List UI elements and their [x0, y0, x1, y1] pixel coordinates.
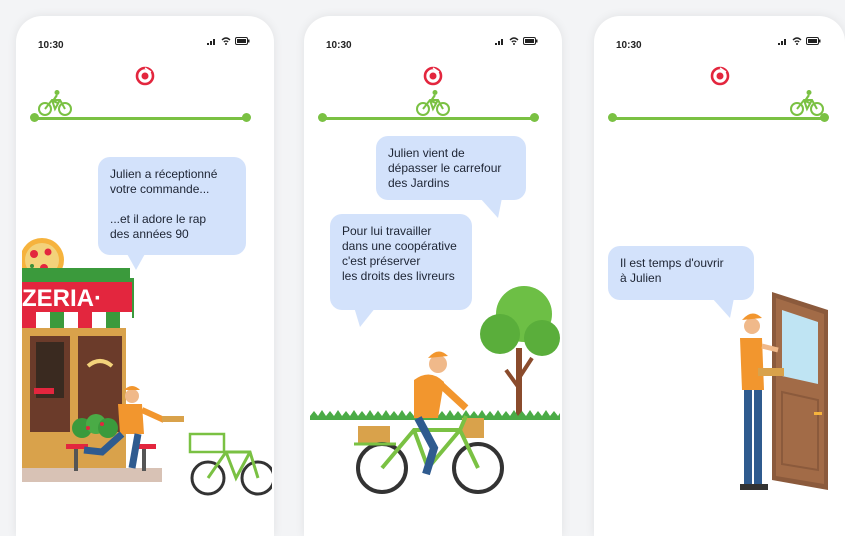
battery-icon	[806, 37, 821, 45]
brand-logo-icon	[423, 66, 443, 86]
door-delivery-illustration	[740, 292, 828, 490]
wifi-icon	[509, 37, 519, 45]
phone-screen-1: 10:30 Julien a réceptionné votre command…	[16, 16, 274, 536]
wifi-icon	[221, 37, 231, 45]
chat-bubble: Julien vient de dépasser le carrefour de…	[376, 136, 526, 200]
status-icons	[778, 37, 821, 45]
signal-icon	[495, 39, 503, 45]
progress-end-dot	[530, 113, 539, 122]
brand-logo-icon	[710, 66, 729, 86]
bubble-tail	[480, 198, 502, 218]
status-time: 10:30	[38, 40, 64, 51]
status-time: 10:30	[326, 40, 352, 51]
wifi-icon	[792, 37, 802, 45]
progress-end-dot	[242, 113, 251, 122]
progress-start-dot	[608, 113, 617, 122]
phone-screen-3: 10:30 Il est temps d'ouvrir à Julien	[594, 16, 845, 536]
phone-screen-2: 10:30 Julien vient de dépasser le carref…	[304, 16, 562, 536]
delivery-progress-track	[32, 117, 248, 120]
delivery-progress-track	[320, 117, 536, 120]
signal-icon	[778, 39, 786, 45]
bike-icon	[790, 90, 824, 116]
status-icons	[495, 37, 538, 45]
brand-logo-icon	[135, 66, 155, 86]
pizzeria-sign-text: ZERIA·	[22, 285, 102, 312]
battery-icon	[235, 37, 250, 45]
cyclist-illustration	[310, 286, 560, 494]
status-icons	[207, 37, 250, 45]
bike-icon	[38, 90, 72, 116]
pizzeria-illustration: ZERIA·	[22, 238, 272, 496]
signal-icon	[207, 39, 215, 45]
status-time: 10:30	[616, 40, 642, 51]
battery-icon	[523, 37, 538, 45]
progress-start-dot	[318, 113, 327, 122]
bike-icon	[416, 90, 450, 116]
delivery-progress-track	[610, 117, 826, 120]
